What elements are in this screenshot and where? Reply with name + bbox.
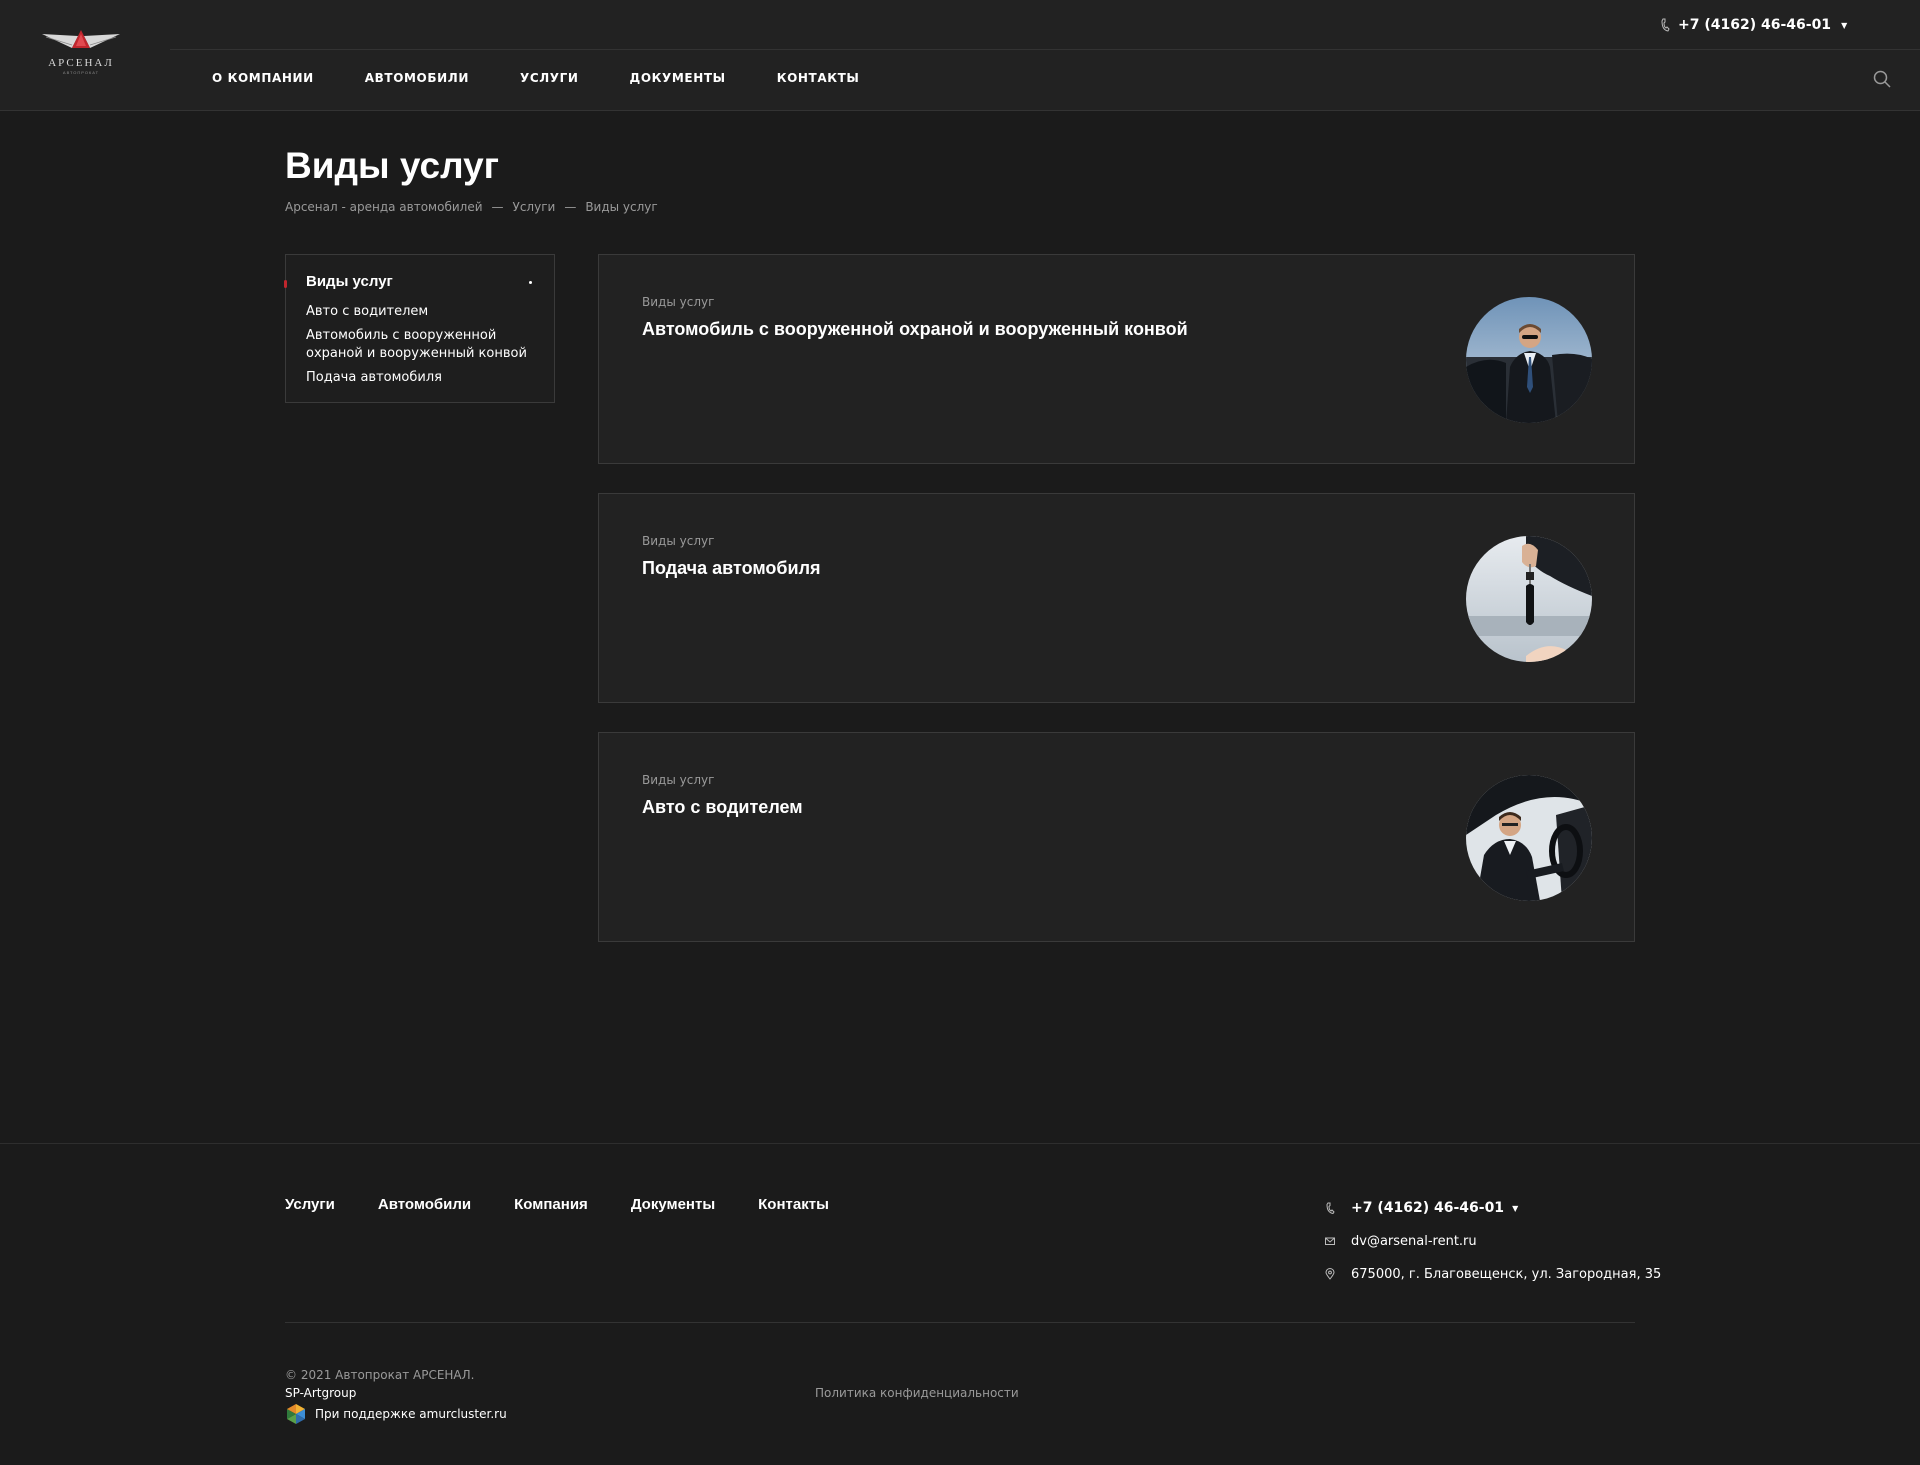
- support-text: При поддержке amurcluster.ru: [315, 1407, 507, 1421]
- breadcrumb: Арсенал - аренда автомобилей — Услуги — …: [285, 200, 658, 214]
- footer-address: 675000, г. Благовещенск, ул. Загородная,…: [1325, 1265, 1661, 1283]
- bodyguard-photo[interactable]: [1466, 297, 1592, 423]
- sidebar-item-chauffeur[interactable]: Авто с водителем: [306, 303, 541, 321]
- service-card-title[interactable]: Авто с водителем: [642, 797, 803, 818]
- footer-copyright: © 2021 Автопрокат АРСЕНАЛ. SP-Artgroup П…: [285, 1366, 507, 1425]
- footer-nav-documents[interactable]: Документы: [631, 1196, 715, 1213]
- nav-item-contacts[interactable]: КОНТАКТЫ: [777, 71, 860, 85]
- site-header: АРСЕНАЛ АВТОПРОКАТ +7 (4162) 46-46-01 ▼ …: [0, 0, 1920, 111]
- sidebar-list: Авто с водителем Автомобиль с вооруженно…: [306, 303, 541, 393]
- footer-contacts: +7 (4162) 46-46-01 ▼ dv@arsenal-rent.ru …: [1325, 1199, 1661, 1298]
- search-icon[interactable]: [1873, 70, 1891, 88]
- footer-address-text: 675000, г. Благовещенск, ул. Загородная,…: [1351, 1266, 1662, 1282]
- footer-phone-number: +7 (4162) 46-46-01: [1351, 1200, 1505, 1216]
- service-card-category: Виды услуг: [642, 295, 715, 309]
- service-card[interactable]: Виды услуг Подача автомобиля: [598, 493, 1635, 703]
- developer-link[interactable]: SP-Artgroup: [285, 1384, 507, 1402]
- sidebar-toggle-icon[interactable]: [529, 281, 532, 284]
- logo-subtext: АВТОПРОКАТ: [62, 70, 100, 75]
- amurcluster-logo-icon: [287, 1404, 305, 1424]
- footer-top-divider: [0, 1143, 1920, 1144]
- chauffeur-photo[interactable]: [1466, 775, 1592, 901]
- nav-item-services[interactable]: УСЛУГИ: [520, 71, 579, 85]
- header-phone[interactable]: +7 (4162) 46-46-01 ▼: [1660, 16, 1847, 34]
- mail-icon: [1325, 1237, 1335, 1245]
- service-card-category: Виды услуг: [642, 773, 715, 787]
- service-card[interactable]: Виды услуг Автомобиль с вооруженной охра…: [598, 254, 1635, 464]
- logo-text: АРСЕНАЛ: [48, 57, 114, 69]
- privacy-policy-link[interactable]: Политика конфиденциальности: [815, 1386, 1019, 1400]
- phone-dropdown-caret-icon[interactable]: ▼: [1512, 1204, 1518, 1213]
- site-logo[interactable]: АРСЕНАЛ АВТОПРОКАТ: [42, 30, 120, 78]
- phone-icon: [1661, 18, 1670, 32]
- logo-wings-icon: [42, 30, 120, 48]
- header-phone-number: +7 (4162) 46-46-01: [1678, 17, 1832, 33]
- breadcrumb-item-current: Виды услуг: [585, 200, 658, 214]
- car-keys-photo[interactable]: [1466, 536, 1592, 662]
- service-card[interactable]: Виды услуг Авто с водителем: [598, 732, 1635, 942]
- page-title: Виды услуг: [285, 145, 500, 186]
- breadcrumb-item-home[interactable]: Арсенал - аренда автомобилей: [285, 200, 483, 214]
- main-nav: О КОМПАНИИ АВТОМОБИЛИ УСЛУГИ ДОКУМЕНТЫ К…: [212, 71, 910, 85]
- location-pin-icon: [1325, 1268, 1335, 1280]
- footer-nav-services[interactable]: Услуги: [285, 1196, 335, 1213]
- sidebar-menu: Виды услуг Авто с водителем Автомобиль с…: [284, 254, 555, 403]
- breadcrumb-separator: —: [564, 200, 577, 214]
- copyright-text: © 2021 Автопрокат АРСЕНАЛ.: [285, 1368, 475, 1382]
- footer-nav: Услуги Автомобили Компания Документы Кон…: [285, 1196, 872, 1213]
- footer-nav-company[interactable]: Компания: [514, 1196, 588, 1213]
- service-card-title[interactable]: Автомобиль с вооруженной охраной и воору…: [642, 319, 1188, 340]
- footer-email[interactable]: dv@arsenal-rent.ru: [1325, 1232, 1661, 1250]
- support-link[interactable]: При поддержке amurcluster.ru: [285, 1403, 507, 1425]
- sidebar-title[interactable]: Виды услуг: [306, 273, 393, 290]
- breadcrumb-item-services[interactable]: Услуги: [513, 200, 556, 214]
- sidebar-active-marker: [284, 280, 287, 288]
- footer-bottom-divider: [285, 1322, 1635, 1323]
- phone-icon: [1326, 1202, 1335, 1214]
- nav-item-documents[interactable]: ДОКУМЕНТЫ: [630, 71, 726, 85]
- breadcrumb-separator: —: [491, 200, 504, 214]
- service-card-category: Виды услуг: [642, 534, 715, 548]
- header-divider: [170, 49, 1920, 50]
- footer-phone[interactable]: +7 (4162) 46-46-01 ▼: [1325, 1199, 1661, 1217]
- sidebar-item-car-delivery[interactable]: Подача автомобиля: [306, 369, 541, 387]
- footer-email-text: dv@arsenal-rent.ru: [1351, 1233, 1477, 1249]
- footer-nav-contacts[interactable]: Контакты: [758, 1196, 829, 1213]
- nav-item-company[interactable]: О КОМПАНИИ: [212, 71, 314, 85]
- nav-item-cars[interactable]: АВТОМОБИЛИ: [365, 71, 469, 85]
- phone-dropdown-caret-icon[interactable]: ▼: [1841, 21, 1847, 30]
- footer-nav-cars[interactable]: Автомобили: [378, 1196, 471, 1213]
- sidebar-item-armed-escort[interactable]: Автомобиль с вооруженной охраной и воору…: [306, 327, 541, 363]
- service-card-title[interactable]: Подача автомобиля: [642, 558, 821, 579]
